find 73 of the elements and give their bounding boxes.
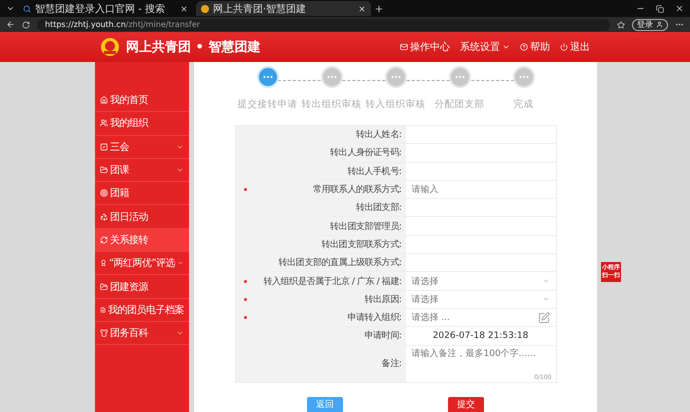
close-icon[interactable] xyxy=(675,4,684,13)
time-value: 2026-07-18 21:53:18 xyxy=(432,330,530,341)
menu-item-icon xyxy=(100,212,108,221)
menu-item-icon xyxy=(100,166,108,174)
field-label: 常用联系人的联系方式: xyxy=(312,184,402,196)
field-label: 转入组织是否属于北京 / 广东 / 福建: xyxy=(262,276,402,288)
menu-item-icon xyxy=(100,259,107,268)
picker-field[interactable]: 请选择 ... xyxy=(412,308,550,326)
step-label: 转入组织审核 xyxy=(366,98,426,111)
nav-link[interactable]: 帮助 xyxy=(520,40,550,54)
field-label: 转出人手机号: xyxy=(346,166,402,178)
select-field[interactable]: 请选择 xyxy=(412,272,550,290)
sidebar-item[interactable]: 团籍 xyxy=(95,182,189,206)
reload-icon[interactable] xyxy=(22,20,30,28)
field-label: 转出人身份证号码: xyxy=(329,146,402,160)
text-input[interactable]: 请输入 xyxy=(412,180,550,198)
nav-link[interactable]: 退出 xyxy=(560,40,590,54)
address-bar[interactable]: https://zhtj.youth.cn/zhtj/mine/transfer xyxy=(37,18,610,30)
help-icon xyxy=(520,43,528,51)
logo-icon xyxy=(100,37,120,57)
menu-item-icon xyxy=(100,96,108,104)
menu-item-icon xyxy=(100,142,108,151)
close-icon[interactable] xyxy=(180,4,188,12)
sidebar-item[interactable]: 团课 xyxy=(95,158,189,182)
sidebar-item[interactable]: 三会 xyxy=(95,136,189,159)
menu-item-icon xyxy=(100,282,108,291)
field-label: 转出团支部: xyxy=(354,202,402,214)
close-icon[interactable] xyxy=(358,4,366,12)
field-label: 申请时间: xyxy=(363,330,402,342)
menu-item-icon xyxy=(100,236,108,244)
tab-menu-icon[interactable] xyxy=(6,4,15,13)
login-button[interactable]: 登录 xyxy=(632,18,668,30)
field-label: 转出团支部联系方式: xyxy=(320,238,402,251)
remark-textarea[interactable]: 请输入备注，最多100个字...... xyxy=(412,346,550,360)
select-field[interactable]: 请选择 xyxy=(412,290,550,308)
field-label: 转出原因: xyxy=(363,294,402,306)
menu-item-icon xyxy=(100,189,108,198)
browser-tab[interactable]: 智慧团建登录入口官网 - 搜索 xyxy=(18,1,193,16)
back-icon[interactable] xyxy=(6,20,15,29)
field-label: 转出团支部的直属上级联系方式: xyxy=(277,256,402,270)
site-icon xyxy=(201,4,209,12)
search-icon xyxy=(23,4,31,12)
user-icon xyxy=(656,21,663,28)
edit-icon xyxy=(538,312,550,324)
field-label: 转出团支部管理员: xyxy=(329,220,402,233)
submit-button[interactable]: 提交 xyxy=(448,396,484,412)
sidebar-item[interactable]: 团务百科 xyxy=(95,322,189,346)
menu-item-icon xyxy=(100,119,108,128)
site-title: 网上共青团 • 智慧团建 xyxy=(126,39,262,56)
new-tab-icon[interactable] xyxy=(374,4,384,14)
field-label: 申请转入组织: xyxy=(346,312,402,324)
sidebar-item[interactable]: 团建资源 xyxy=(95,275,189,299)
nav-link[interactable]: 系统设置 xyxy=(460,40,510,54)
step-label: 分配团支部 xyxy=(434,98,484,111)
restore-icon[interactable] xyxy=(656,4,664,12)
menu-item-icon xyxy=(100,329,108,338)
star-icon[interactable] xyxy=(617,20,625,28)
field-label: 转出人姓名: xyxy=(354,128,402,142)
nav-link[interactable]: 操作中心 xyxy=(400,40,450,54)
step-label: 转出组织审核 xyxy=(302,98,362,111)
field-label: 备注: xyxy=(380,358,402,370)
sidebar-item[interactable]: 我的首页 xyxy=(95,89,189,112)
mail-icon xyxy=(400,43,408,51)
step-label: 完成 xyxy=(514,98,534,111)
sidebar-item[interactable]: 关系接转 xyxy=(95,228,189,252)
power-icon xyxy=(560,43,568,51)
sidebar-item[interactable]: 我的团员电子档案 xyxy=(95,298,189,322)
sidebar-item[interactable]: 我的组织 xyxy=(95,112,189,136)
menu-item-icon xyxy=(100,306,106,314)
sidebar-item[interactable]: “两红两优”评选 xyxy=(95,252,189,276)
step-label: 提交接转申请 xyxy=(238,98,298,111)
browser-tab[interactable]: 网上共青团·智慧团建 xyxy=(196,1,371,16)
back-button[interactable]: 返回 xyxy=(307,396,343,412)
